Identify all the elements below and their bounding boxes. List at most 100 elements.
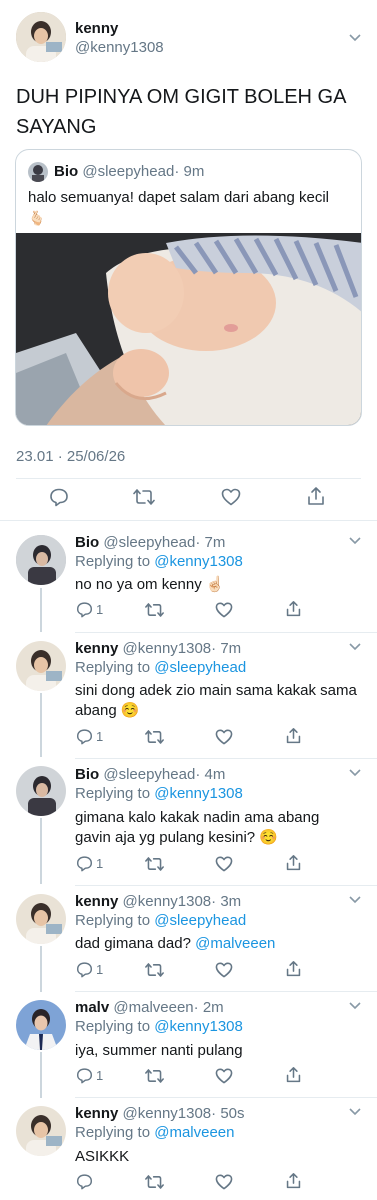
avatar[interactable] [16,766,66,816]
reply-count: 1 [96,962,104,977]
thread-line [40,818,42,884]
mention-link[interactable]: @malveeen [195,935,275,952]
retweet-icon[interactable] [145,729,164,745]
timestamp: · 4m [195,766,226,783]
like-icon[interactable] [215,856,233,872]
avatar[interactable] [16,894,66,944]
reply-text-line2: gavin aja yg pulang kesini? ☺️ [75,829,278,846]
quoted-emoji: 🫰🏻 [28,210,46,226]
tweet-text: DUH PIPINYA OM GIGIT BOLEH GA SAYANG [16,86,346,138]
share-icon[interactable] [285,1172,302,1190]
handle[interactable]: @kenny1308 [123,640,212,657]
timestamp: · 2m [193,999,224,1016]
display-name[interactable]: kenny [75,1105,118,1122]
reply-button[interactable]: 1 [76,855,103,872]
retweet-icon[interactable] [145,602,164,618]
chevron-down-icon[interactable] [348,33,362,43]
handle[interactable]: @kenny1308 [75,39,164,56]
like-icon[interactable] [215,1068,233,1084]
reply-icon[interactable] [49,487,69,507]
retweet-icon[interactable] [145,962,164,978]
replying-label: Replying to [75,553,151,570]
reply-text: ASIKKK [75,1148,130,1165]
retweet-icon[interactable] [145,856,164,872]
handle[interactable]: @sleepyhead [103,534,195,551]
display-name[interactable]: malv [75,999,109,1016]
avatar[interactable] [16,12,66,62]
reply-count: 1 [96,1068,104,1083]
chevron-down-icon[interactable] [348,1001,362,1011]
retweet-icon[interactable] [133,488,155,506]
reply-icon [76,1068,93,1084]
share-icon[interactable] [285,960,302,978]
chevron-down-icon[interactable] [348,895,362,905]
display-name[interactable]: kenny [75,640,118,657]
reply-count: 1 [96,602,104,617]
chevron-down-icon[interactable] [348,536,362,546]
like-icon[interactable] [215,1174,233,1190]
reply-text: no no ya om kenny ☝🏻 [75,576,225,593]
retweet-icon[interactable] [145,1068,164,1084]
chevron-down-icon[interactable] [348,1107,362,1117]
quoted-time: · 9m [174,163,205,180]
reply-icon [76,962,93,978]
quoted-tweet[interactable]: Bio @sleepyhead· 9m halo semuanya! dapet… [15,149,362,426]
reply-button[interactable] [76,1173,96,1190]
thread-line [40,588,42,632]
display-name[interactable]: kenny [75,20,118,37]
avatar[interactable] [16,641,66,691]
replying-to-link[interactable]: @kenny1308 [154,553,243,570]
handle[interactable]: @kenny1308 [123,893,212,910]
reply-icon [76,729,93,745]
thread-line [40,946,42,992]
timestamp: · 3m [211,893,242,910]
reply-text-line1: gimana kalo kakak nadin ama abang [75,809,320,826]
like-icon[interactable] [215,729,233,745]
share-icon[interactable] [285,1066,302,1084]
chevron-down-icon[interactable] [348,768,362,778]
reply-text-line2: abang ☺️ [75,702,140,719]
retweet-icon[interactable] [145,1174,164,1190]
quoted-text: halo semuanya! dapet salam dari abang ke… [28,189,330,206]
thread-line [40,693,42,757]
reply-count: 1 [96,729,104,744]
share-icon[interactable] [306,486,326,507]
display-name[interactable]: Bio [75,766,99,783]
replying-label: Replying to [75,912,151,929]
replying-to-link[interactable]: @kenny1308 [154,1018,243,1035]
replying-to-link[interactable]: @sleepyhead [154,659,246,676]
reply-button[interactable]: 1 [76,1067,103,1084]
timestamp: · 50s [211,1105,245,1122]
avatar[interactable] [16,1000,66,1050]
replying-to-link[interactable]: @kenny1308 [154,785,243,802]
chevron-down-icon[interactable] [348,642,362,652]
like-icon[interactable] [215,962,233,978]
handle[interactable]: @sleepyhead [103,766,195,783]
handle[interactable]: @kenny1308 [123,1105,212,1122]
display-name[interactable]: Bio [75,534,99,551]
reply-icon [76,1174,93,1190]
avatar[interactable] [16,1106,66,1156]
timestamp[interactable]: 23.01 · 25/06/26 [16,448,125,465]
timestamp: · 7m [195,534,226,551]
quoted-photo[interactable] [16,233,361,425]
avatar[interactable] [16,535,66,585]
share-icon[interactable] [285,727,302,745]
replying-to-link[interactable]: @sleepyhead [154,912,246,929]
reply-icon [76,602,93,618]
handle[interactable]: @malveeen [113,999,193,1016]
reply-button[interactable]: 1 [76,961,103,978]
reply-button[interactable]: 1 [76,728,103,745]
quoted-display-name: Bio [54,163,79,180]
thread-line [40,1052,42,1098]
display-name[interactable]: kenny [75,893,118,910]
replying-to-link[interactable]: @malveeen [154,1124,234,1141]
reply-button[interactable]: 1 [76,601,103,618]
like-icon[interactable] [221,488,241,506]
share-icon[interactable] [285,854,302,872]
replying-label: Replying to [75,785,151,802]
like-icon[interactable] [215,602,233,618]
share-icon[interactable] [285,600,302,618]
reply-text: iya, summer nanti pulang [75,1042,243,1059]
reply-text-line1: sini dong adek zio main sama kakak sama [75,682,357,699]
